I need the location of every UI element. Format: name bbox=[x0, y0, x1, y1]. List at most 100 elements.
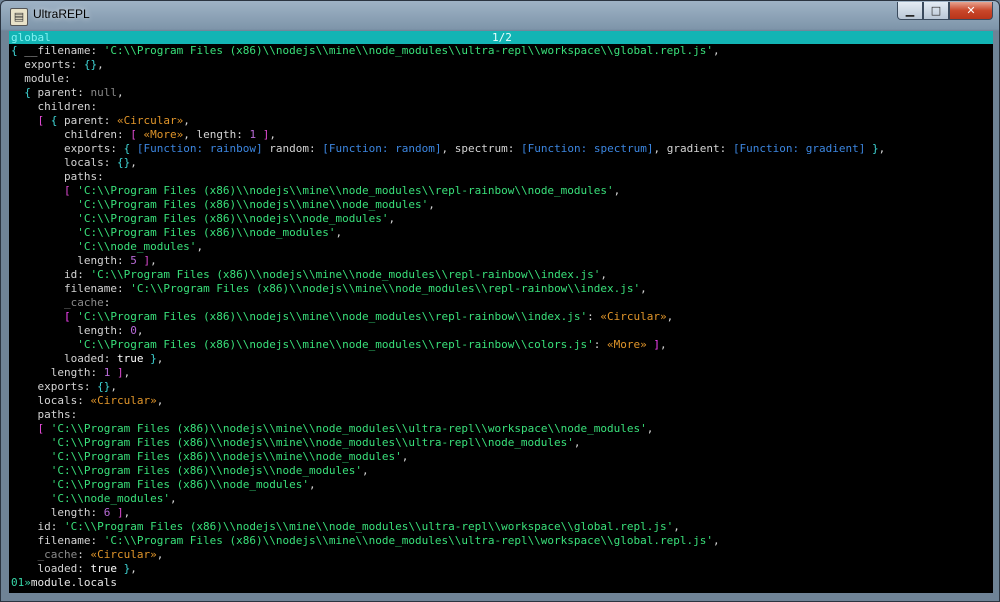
output-token: , bbox=[673, 520, 680, 533]
output-token: _cache bbox=[11, 548, 78, 561]
output-token: , gradient: bbox=[653, 142, 733, 155]
output-line: children: bbox=[11, 100, 993, 114]
output-line: length: 5 ], bbox=[11, 254, 993, 268]
output-token: module: bbox=[11, 72, 71, 85]
output-token: , bbox=[713, 534, 720, 547]
output-token: , bbox=[183, 114, 190, 127]
output-token: [ bbox=[11, 184, 78, 197]
output-line: 'C:\\Program Files (x86)\\nodejs\\mine\\… bbox=[11, 436, 993, 450]
output-line: { parent: null, bbox=[11, 86, 993, 100]
output-line: _cache: bbox=[11, 296, 993, 310]
output-token: 'C:\\Program Files (x86)\\nodejs\\mine\\… bbox=[77, 310, 588, 323]
output-line: module: bbox=[11, 72, 993, 86]
output-line: exports: {}, bbox=[11, 380, 993, 394]
output-token: 'C:\\Program Files (x86)\\nodejs\\mine\\… bbox=[77, 184, 614, 197]
output-token: , bbox=[150, 254, 157, 267]
console-output[interactable]: global 1/2 { __filename: 'C:\\Program Fi… bbox=[9, 31, 993, 593]
output-token: 'C:\\Program Files (x86)\\nodejs\\mine\\… bbox=[50, 422, 647, 435]
output-token: 'C:\\node_modules' bbox=[11, 240, 197, 253]
output-token: paths: bbox=[11, 408, 78, 421]
output-token: __filename: bbox=[24, 44, 104, 57]
output-token: parent: bbox=[64, 114, 117, 127]
output-token: , bbox=[169, 492, 177, 505]
output-token: : bbox=[593, 338, 608, 351]
output-token: : bbox=[77, 548, 91, 561]
output-line: [ { parent: «Circular», bbox=[11, 114, 993, 128]
output-token: { bbox=[123, 142, 137, 155]
output-token: children: bbox=[11, 128, 131, 141]
output-token: parent: bbox=[37, 86, 91, 99]
prompt-marker: 01» bbox=[11, 576, 31, 589]
output-token: id: bbox=[11, 268, 91, 281]
output-token: id: bbox=[11, 520, 64, 533]
output-token: filename: bbox=[11, 534, 104, 547]
maximize-button[interactable]: □ bbox=[923, 2, 949, 20]
prompt-command[interactable]: module.locals bbox=[31, 576, 117, 589]
output-line: [ 'C:\\Program Files (x86)\\nodejs\\mine… bbox=[11, 310, 993, 324]
output-token: : bbox=[103, 296, 111, 309]
output-token: length: bbox=[11, 506, 104, 519]
output-line: length: 1 ], bbox=[11, 366, 993, 380]
output-token: 'C:\\Program Files (x86)\\node_modules' bbox=[11, 226, 336, 239]
output-line: id: 'C:\\Program Files (x86)\\nodejs\\mi… bbox=[11, 520, 993, 534]
output-token: «Circular» bbox=[600, 310, 667, 323]
output-token: null bbox=[90, 86, 117, 99]
output-token: «More» bbox=[143, 128, 184, 141]
output-token: , bbox=[878, 142, 886, 155]
output-token: 'C:\\Program Files (x86)\\nodejs\\mine\\… bbox=[63, 520, 674, 533]
output-line: 'C:\\node_modules', bbox=[11, 240, 993, 254]
output-token: locals: bbox=[11, 394, 91, 407]
output-token: [ bbox=[11, 310, 78, 323]
output-token: «Circular» bbox=[116, 114, 184, 127]
title-bar[interactable]: ▤ UltraREPL ▁ □ ✕ bbox=[1, 1, 999, 29]
output-token: , bbox=[428, 198, 435, 211]
output-token: ] bbox=[136, 254, 151, 267]
output-token: length: bbox=[11, 324, 131, 337]
output-line: paths: bbox=[11, 408, 993, 422]
output-token: exports: bbox=[11, 380, 98, 393]
output-line: exports: {}, bbox=[11, 58, 993, 72]
output-token: «Circular» bbox=[90, 394, 157, 407]
output-token: 'C:\\Program Files (x86)\\nodejs\\mine\\… bbox=[11, 198, 429, 211]
output-line: 'C:\\Program Files (x86)\\nodejs\\mine\\… bbox=[11, 450, 993, 464]
output-token: , bbox=[116, 86, 124, 99]
minimize-button[interactable]: ▁ bbox=[897, 2, 923, 20]
repl-window: ▤ UltraREPL ▁ □ ✕ global 1/2 { __filenam… bbox=[0, 0, 1000, 602]
output-line: locals: {}, bbox=[11, 156, 993, 170]
output-token: , bbox=[123, 366, 131, 379]
output-line: 'C:\\Program Files (x86)\\nodejs\\mine\\… bbox=[11, 338, 993, 352]
window-controls: ▁ □ ✕ bbox=[897, 2, 993, 20]
output-token: : bbox=[587, 310, 601, 323]
output-token: 'C:\\Program Files (x86)\\nodejs\\mine\\… bbox=[130, 282, 641, 295]
output-token: , bbox=[388, 212, 396, 225]
output-token: 'C:\\Program Files (x86)\\nodejs\\node_m… bbox=[11, 464, 362, 477]
output-token: paths: bbox=[11, 170, 104, 183]
output-token: , bbox=[335, 226, 343, 239]
output-token: 'C:\\Program Files (x86)\\nodejs\\mine\\… bbox=[11, 450, 402, 463]
output-token: , length: bbox=[183, 128, 250, 141]
output-token: , bbox=[130, 156, 137, 169]
output-line: loaded: true }, bbox=[11, 562, 993, 576]
input-prompt[interactable]: 01»module.locals bbox=[9, 576, 993, 590]
output-token: , bbox=[156, 352, 164, 365]
output-line: _cache: «Circular», bbox=[11, 548, 993, 562]
output-token: 5 bbox=[130, 254, 137, 267]
output-token: exports: bbox=[11, 58, 84, 71]
output-token: true bbox=[90, 562, 117, 575]
output-token: , bbox=[110, 380, 117, 393]
output-token: , spectrum: bbox=[441, 142, 521, 155]
output-token: «More» bbox=[607, 338, 647, 351]
context-label: global bbox=[11, 31, 51, 44]
output-token: , bbox=[130, 562, 137, 575]
output-token: , bbox=[713, 44, 720, 57]
output-token: loaded: bbox=[11, 562, 91, 575]
output-token: ] bbox=[646, 338, 661, 351]
output-token: ] bbox=[110, 366, 124, 379]
close-button[interactable]: ✕ bbox=[949, 2, 993, 20]
output-token: 'C:\\node_modules' bbox=[11, 492, 170, 505]
output-token: «Circular» bbox=[90, 548, 157, 561]
output-token: _cache bbox=[11, 296, 104, 309]
terminal-app-icon[interactable]: ▤ bbox=[10, 8, 28, 26]
output-line: 'C:\\Program Files (x86)\\nodejs\\node_m… bbox=[11, 464, 993, 478]
status-bar: global 1/2 bbox=[9, 31, 993, 44]
